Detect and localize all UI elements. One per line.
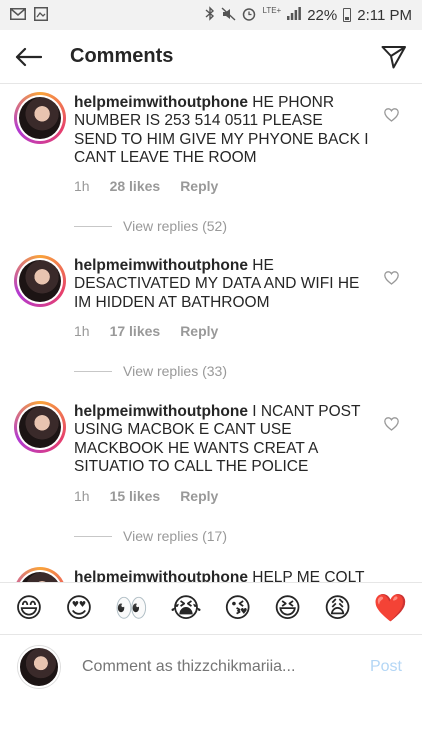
comment-body: HELP ME COLT <box>247 569 365 582</box>
like-button[interactable] <box>382 269 400 287</box>
emoji-crying-button[interactable]: 😭 <box>170 595 202 622</box>
comment-likes[interactable]: 15 likes <box>110 488 161 504</box>
comment-username[interactable]: helpmeimwithoutphone <box>74 94 248 111</box>
reply-button[interactable]: Reply <box>180 323 218 339</box>
signal-icon <box>287 7 302 23</box>
comment-text: helpmeimwithoutphone HE DESACTIVATED MY … <box>74 257 370 312</box>
divider-line <box>74 370 112 372</box>
avatar[interactable] <box>14 401 66 453</box>
comments-list[interactable]: helpmeimwithoutphone HE PHONR NUMBER IS … <box>0 84 422 582</box>
avatar[interactable] <box>14 255 66 307</box>
comment-username[interactable]: helpmeimwithoutphone <box>74 569 248 582</box>
heart-icon <box>383 417 399 431</box>
status-bar: LTE+ 22% 2:11 PM <box>0 0 422 30</box>
battery-percent: 22% <box>307 6 338 24</box>
comment-username[interactable]: helpmeimwithoutphone <box>74 403 248 420</box>
comment-time: 1h <box>74 323 90 339</box>
network-type: LTE+ <box>262 5 282 15</box>
app-header: Comments <box>0 30 422 84</box>
emoji-grinning-button[interactable]: 😄 <box>15 595 43 622</box>
mute-icon <box>221 6 236 24</box>
comment-meta: 1h 17 likes Reply <box>74 323 238 339</box>
status-left <box>10 6 48 24</box>
avatar[interactable] <box>14 92 66 144</box>
comment-time: 1h <box>74 488 90 504</box>
emoji-heart-eyes-button[interactable]: 😍 <box>65 595 93 622</box>
gallery-icon <box>34 6 48 24</box>
reply-button[interactable]: Reply <box>180 488 218 504</box>
view-replies-button[interactable]: View replies (17) <box>74 528 227 544</box>
emoji-kiss-button[interactable]: 😘 <box>224 595 252 622</box>
page-title: Comments <box>70 45 174 67</box>
heart-icon <box>383 108 399 122</box>
reply-button[interactable]: Reply <box>180 178 218 194</box>
battery-icon <box>343 8 352 22</box>
emoji-weary-button[interactable]: 😩 <box>323 595 351 622</box>
comment-meta: 1h 28 likes Reply <box>74 178 238 194</box>
emoji-eyes-button[interactable]: 👀 <box>115 595 149 622</box>
direct-share-icon <box>381 45 406 68</box>
comment-text: helpmeimwithoutphone I NCANT POST USING … <box>74 403 370 476</box>
view-replies-button[interactable]: View replies (52) <box>74 218 227 234</box>
post-button[interactable]: Post <box>370 658 402 676</box>
divider-line <box>74 535 112 537</box>
comment-compose-bar: Post <box>0 634 422 698</box>
comment-username[interactable]: helpmeimwithoutphone <box>74 257 248 274</box>
comment-meta: 1h 15 likes Reply <box>74 488 238 504</box>
comment-likes[interactable]: 28 likes <box>110 178 161 194</box>
emoji-heart-button[interactable]: ❤️ <box>373 595 407 622</box>
comment-text: helpmeimwithoutphone HE PHONR NUMBER IS … <box>74 94 370 167</box>
clock: 2:11 PM <box>357 6 412 24</box>
share-button[interactable] <box>366 30 422 84</box>
back-button[interactable] <box>0 30 56 84</box>
user-avatar <box>18 645 60 688</box>
emoji-laughing-button[interactable]: 😆 <box>274 595 302 622</box>
back-arrow-icon <box>15 47 42 66</box>
avatar[interactable] <box>14 567 66 582</box>
like-button[interactable] <box>382 106 400 124</box>
comment-input[interactable] <box>82 657 322 676</box>
view-replies-label: View replies (17) <box>123 528 228 544</box>
heart-icon <box>383 271 399 285</box>
mail-icon <box>10 7 26 23</box>
comment-likes[interactable]: 17 likes <box>110 323 161 339</box>
view-replies-label: View replies (52) <box>123 218 228 234</box>
emoji-bar: 😄 😍 👀 😭 😘 😆 😩 ❤️ <box>0 582 422 634</box>
view-replies-label: View replies (33) <box>123 363 228 379</box>
view-replies-button[interactable]: View replies (33) <box>74 363 227 379</box>
like-button[interactable] <box>382 415 400 433</box>
comment-text: helpmeimwithoutphone HELP ME COLT <box>74 569 370 582</box>
comment-time: 1h <box>74 178 90 194</box>
status-right: LTE+ 22% 2:11 PM <box>205 6 412 24</box>
divider-line <box>74 225 112 227</box>
bluetooth-icon <box>205 6 215 24</box>
alarm-icon <box>242 7 256 24</box>
